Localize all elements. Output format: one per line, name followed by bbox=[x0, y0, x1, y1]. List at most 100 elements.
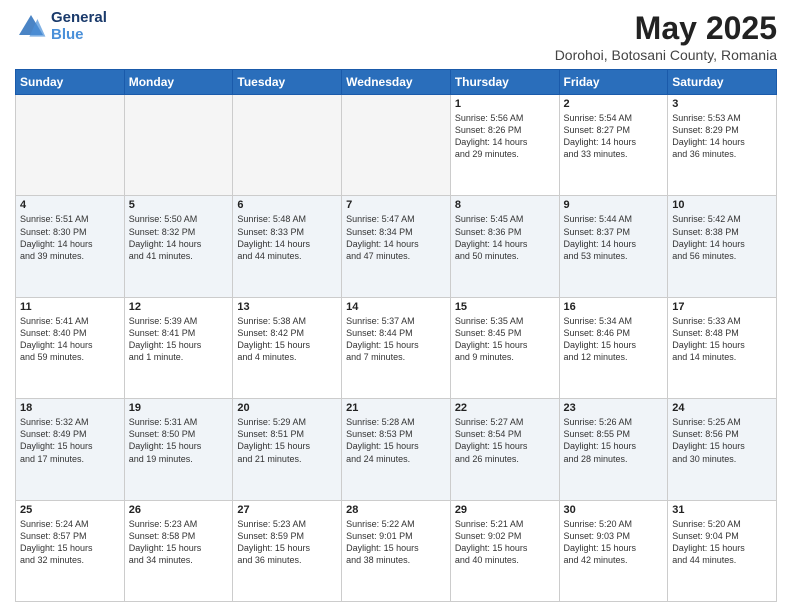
calendar-cell: 19Sunrise: 5:31 AM Sunset: 8:50 PM Dayli… bbox=[124, 399, 233, 500]
day-number: 25 bbox=[20, 504, 120, 516]
day-number: 23 bbox=[564, 402, 664, 414]
calendar-cell: 26 Sunrise: 5:23 AM Sunset: 8:58 PM Dayli… bbox=[124, 500, 233, 601]
calendar-cell: 16 Sunrise: 5:34 AM Sunset: 8:46 PM Dayli… bbox=[559, 297, 668, 398]
day-number: 31 bbox=[672, 504, 772, 516]
calendar-week-1: 4Sunrise: 5:51 AM Sunset: 8:30 PM Daylig… bbox=[16, 196, 777, 297]
day-info: Sunrise: 5:38 AM Sunset: 8:42 PM Dayligh… bbox=[237, 315, 337, 364]
calendar-cell: 31 Sunrise: 5:20 AM Sunset: 9:04 PM Dayli… bbox=[668, 500, 777, 601]
day-number: 15 bbox=[455, 301, 555, 313]
weekday-header-saturday: Saturday bbox=[668, 70, 777, 95]
calendar-cell: 5 Sunrise: 5:50 AM Sunset: 8:32 PM Daylig… bbox=[124, 196, 233, 297]
day-info: Sunrise: 5:27 AM Sunset: 8:54 PM Dayligh… bbox=[455, 416, 555, 465]
calendar-cell: 14 Sunrise: 5:37 AM Sunset: 8:44 PM Dayli… bbox=[342, 297, 451, 398]
title-block: May 2025 Dorohoi, Botosani County, Roman… bbox=[555, 10, 777, 63]
calendar-cell bbox=[16, 95, 125, 196]
main-title: May 2025 bbox=[555, 10, 777, 47]
calendar-table: SundayMondayTuesdayWednesdayThursdayFrid… bbox=[15, 69, 777, 602]
day-info: Sunrise: 5:42 AM Sunset: 8:38 PM Dayligh… bbox=[672, 213, 772, 262]
day-number: 20 bbox=[237, 402, 337, 414]
day-number: 7 bbox=[346, 199, 446, 211]
logo-line1: General bbox=[51, 10, 107, 27]
day-info: Sunrise: 5:20 AM Sunset: 9:04 PM Dayligh… bbox=[672, 518, 772, 567]
calendar-body: 1 Sunrise: 5:56 AM Sunset: 8:26 PM Daylig… bbox=[16, 95, 777, 602]
calendar-cell: 13 Sunrise: 5:38 AM Sunset: 8:42 PM Dayli… bbox=[233, 297, 342, 398]
logo-icon bbox=[15, 11, 47, 43]
day-info: Sunrise: 5:37 AM Sunset: 8:44 PM Dayligh… bbox=[346, 315, 446, 364]
day-number: 12 bbox=[129, 301, 229, 313]
page: General Blue May 2025 Dorohoi, Botosani … bbox=[0, 0, 792, 612]
day-number: 5 bbox=[129, 199, 229, 211]
day-number: 30 bbox=[564, 504, 664, 516]
day-info: Sunrise: 5:44 AM Sunset: 8:37 PM Dayligh… bbox=[564, 213, 664, 262]
day-number: 29 bbox=[455, 504, 555, 516]
calendar-cell: 7 Sunrise: 5:47 AM Sunset: 8:34 PM Daylig… bbox=[342, 196, 451, 297]
day-number: 6 bbox=[237, 199, 337, 211]
day-info: Sunrise: 5:50 AM Sunset: 8:32 PM Dayligh… bbox=[129, 213, 229, 262]
day-info: Sunrise: 5:34 AM Sunset: 8:46 PM Dayligh… bbox=[564, 315, 664, 364]
day-info: Sunrise: 5:47 AM Sunset: 8:34 PM Dayligh… bbox=[346, 213, 446, 262]
day-info: Sunrise: 5:20 AM Sunset: 9:03 PM Dayligh… bbox=[564, 518, 664, 567]
day-info: Sunrise: 5:45 AM Sunset: 8:36 PM Dayligh… bbox=[455, 213, 555, 262]
day-number: 28 bbox=[346, 504, 446, 516]
day-number: 1 bbox=[455, 98, 555, 110]
weekday-header-sunday: Sunday bbox=[16, 70, 125, 95]
calendar-cell: 20Sunrise: 5:29 AM Sunset: 8:51 PM Dayli… bbox=[233, 399, 342, 500]
day-info: Sunrise: 5:24 AM Sunset: 8:57 PM Dayligh… bbox=[20, 518, 120, 567]
day-info: Sunrise: 5:41 AM Sunset: 8:40 PM Dayligh… bbox=[20, 315, 120, 364]
calendar-cell: 28 Sunrise: 5:22 AM Sunset: 9:01 PM Dayli… bbox=[342, 500, 451, 601]
day-number: 9 bbox=[564, 199, 664, 211]
calendar-header: SundayMondayTuesdayWednesdayThursdayFrid… bbox=[16, 70, 777, 95]
logo-text: General Blue bbox=[51, 10, 107, 43]
day-info: Sunrise: 5:25 AM Sunset: 8:56 PM Dayligh… bbox=[672, 416, 772, 465]
day-number: 14 bbox=[346, 301, 446, 313]
calendar-cell: 22 Sunrise: 5:27 AM Sunset: 8:54 PM Dayli… bbox=[450, 399, 559, 500]
calendar-cell: 9 Sunrise: 5:44 AM Sunset: 8:37 PM Daylig… bbox=[559, 196, 668, 297]
day-info: Sunrise: 5:32 AM Sunset: 8:49 PM Dayligh… bbox=[20, 416, 120, 465]
weekday-header-thursday: Thursday bbox=[450, 70, 559, 95]
day-number: 27 bbox=[237, 504, 337, 516]
weekday-header-tuesday: Tuesday bbox=[233, 70, 342, 95]
calendar-cell: 24 Sunrise: 5:25 AM Sunset: 8:56 PM Dayli… bbox=[668, 399, 777, 500]
calendar-cell: 3Sunrise: 5:53 AM Sunset: 8:29 PM Daylig… bbox=[668, 95, 777, 196]
calendar-cell: 10 Sunrise: 5:42 AM Sunset: 8:38 PM Dayli… bbox=[668, 196, 777, 297]
day-info: Sunrise: 5:33 AM Sunset: 8:48 PM Dayligh… bbox=[672, 315, 772, 364]
day-number: 26 bbox=[129, 504, 229, 516]
subtitle: Dorohoi, Botosani County, Romania bbox=[555, 47, 777, 63]
calendar-cell: 18Sunrise: 5:32 AM Sunset: 8:49 PM Dayli… bbox=[16, 399, 125, 500]
weekday-header-wednesday: Wednesday bbox=[342, 70, 451, 95]
day-info: Sunrise: 5:56 AM Sunset: 8:26 PM Dayligh… bbox=[455, 112, 555, 161]
calendar-cell: 8 Sunrise: 5:45 AM Sunset: 8:36 PM Daylig… bbox=[450, 196, 559, 297]
day-number: 21 bbox=[346, 402, 446, 414]
calendar-cell: 1 Sunrise: 5:56 AM Sunset: 8:26 PM Daylig… bbox=[450, 95, 559, 196]
day-number: 11 bbox=[20, 301, 120, 313]
day-number: 16 bbox=[564, 301, 664, 313]
day-info: Sunrise: 5:22 AM Sunset: 9:01 PM Dayligh… bbox=[346, 518, 446, 567]
calendar-cell: 4Sunrise: 5:51 AM Sunset: 8:30 PM Daylig… bbox=[16, 196, 125, 297]
day-number: 4 bbox=[20, 199, 120, 211]
calendar-cell bbox=[124, 95, 233, 196]
day-info: Sunrise: 5:21 AM Sunset: 9:02 PM Dayligh… bbox=[455, 518, 555, 567]
calendar-week-4: 25 Sunrise: 5:24 AM Sunset: 8:57 PM Dayli… bbox=[16, 500, 777, 601]
calendar-cell: 6 Sunrise: 5:48 AM Sunset: 8:33 PM Daylig… bbox=[233, 196, 342, 297]
day-info: Sunrise: 5:39 AM Sunset: 8:41 PM Dayligh… bbox=[129, 315, 229, 364]
day-number: 24 bbox=[672, 402, 772, 414]
day-info: Sunrise: 5:48 AM Sunset: 8:33 PM Dayligh… bbox=[237, 213, 337, 262]
day-number: 17 bbox=[672, 301, 772, 313]
calendar-week-3: 18Sunrise: 5:32 AM Sunset: 8:49 PM Dayli… bbox=[16, 399, 777, 500]
day-number: 10 bbox=[672, 199, 772, 211]
day-info: Sunrise: 5:23 AM Sunset: 8:59 PM Dayligh… bbox=[237, 518, 337, 567]
header: General Blue May 2025 Dorohoi, Botosani … bbox=[15, 10, 777, 63]
calendar-cell: 29 Sunrise: 5:21 AM Sunset: 9:02 PM Dayli… bbox=[450, 500, 559, 601]
day-number: 8 bbox=[455, 199, 555, 211]
calendar-cell: 17 Sunrise: 5:33 AM Sunset: 8:48 PM Dayli… bbox=[668, 297, 777, 398]
calendar-week-0: 1 Sunrise: 5:56 AM Sunset: 8:26 PM Daylig… bbox=[16, 95, 777, 196]
day-number: 3 bbox=[672, 98, 772, 110]
day-info: Sunrise: 5:23 AM Sunset: 8:58 PM Dayligh… bbox=[129, 518, 229, 567]
day-info: Sunrise: 5:35 AM Sunset: 8:45 PM Dayligh… bbox=[455, 315, 555, 364]
weekday-header-friday: Friday bbox=[559, 70, 668, 95]
day-number: 22 bbox=[455, 402, 555, 414]
logo-line2: Blue bbox=[51, 26, 84, 43]
day-number: 19 bbox=[129, 402, 229, 414]
calendar-cell: 2Sunrise: 5:54 AM Sunset: 8:27 PM Daylig… bbox=[559, 95, 668, 196]
day-number: 13 bbox=[237, 301, 337, 313]
